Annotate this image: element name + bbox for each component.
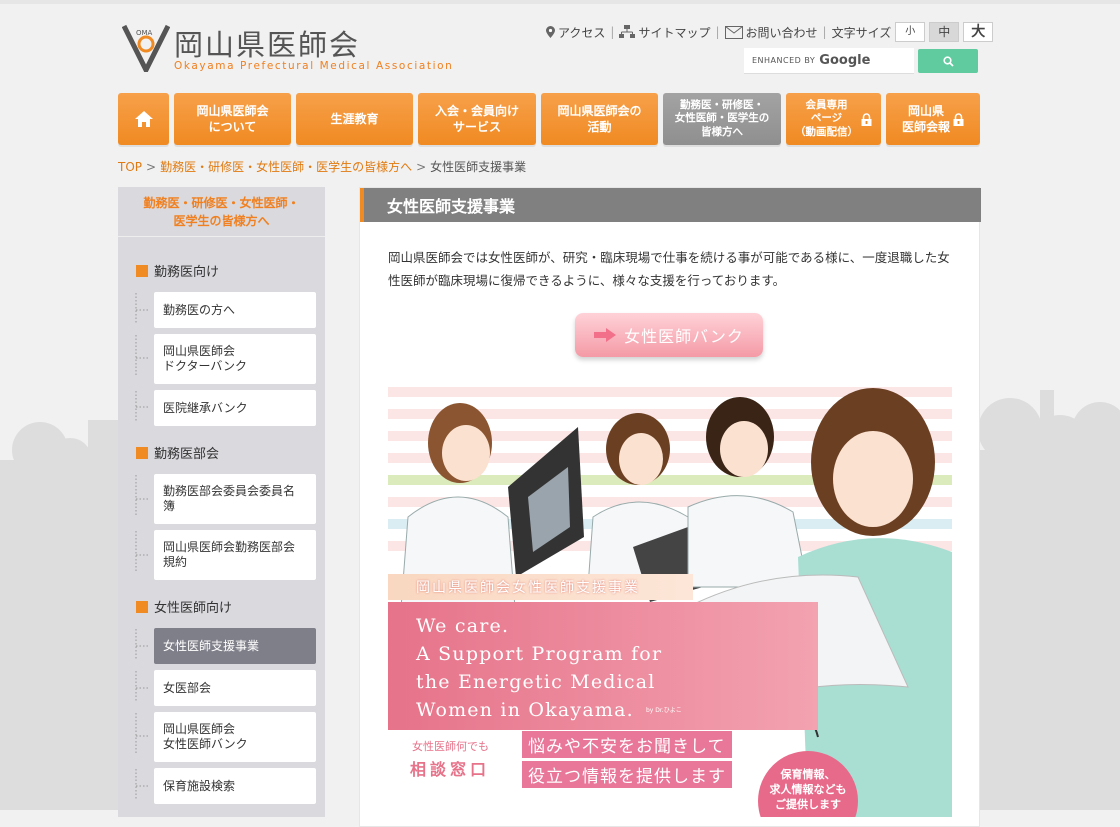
home-icon (134, 111, 153, 127)
logo-subtitle: Okayama Prefectural Medical Association (174, 60, 454, 72)
font-medium-button[interactable]: 中 (929, 22, 960, 42)
search-enhanced-label: ENHANCED BY (752, 56, 816, 65)
square-bullet-icon (136, 446, 148, 459)
top-strip (0, 0, 1120, 4)
nav-doctors[interactable]: 勤務医・研修医・ 女性医師・医学生の 皆様方へ (663, 93, 781, 145)
tree-dots-icon (135, 475, 148, 517)
nav-activities[interactable]: 岡山県医師会の 活動 (541, 93, 658, 145)
square-bullet-icon (136, 264, 148, 277)
chevron-right-icon: > (416, 160, 427, 174)
banner-japanese-title: 岡山県医師会女性医師支援事業 (388, 574, 693, 600)
tree-dots-icon (135, 391, 148, 421)
nav-home[interactable] (118, 93, 169, 145)
divider: | (822, 25, 827, 39)
tree-dots-icon (135, 531, 148, 573)
consult-title: 相談窓口 (410, 760, 491, 779)
section-label: 勤務医向け (154, 265, 220, 280)
search-icon (942, 55, 954, 67)
sidebar-item-female-doctors-club[interactable]: 女医部会 (154, 670, 316, 706)
sidebar-item-committee-list[interactable]: 勤務医部会委員会委員名 簿 (154, 474, 316, 524)
divider: | (715, 25, 720, 39)
sidebar-section-title: 女性医師向け (136, 597, 232, 616)
sitemap-icon (619, 25, 636, 38)
access-label: アクセス (558, 25, 606, 40)
bank-button-label: 女性医師バンク (624, 327, 744, 346)
sidebar-section-title: 勤務医部会 (136, 443, 219, 462)
sidebar-item-childcare-search[interactable]: 保育施設検索 (154, 768, 316, 804)
lock-icon (861, 112, 872, 126)
main-content: 女性医師支援事業 岡山県医師会では女性医師が、研究・臨床現場で仕事を続ける事が可… (359, 187, 981, 827)
access-link[interactable]: アクセス (546, 24, 605, 41)
sidebar-item-succession-bank[interactable]: 医院継承バンク (154, 390, 316, 426)
chevron-right-icon: > (146, 160, 157, 174)
consult-subtitle: 女性医師何でも (412, 740, 489, 753)
tree-dots-icon (135, 769, 148, 799)
square-bullet-icon (136, 600, 148, 613)
support-program-banner[interactable]: 岡山県医師会女性医師支援事業 We care. A Support Progra… (388, 387, 952, 817)
tree-dots-icon (135, 629, 148, 659)
sidebar-item-women-bank[interactable]: 岡山県医師会 女性医師バンク (154, 712, 316, 762)
sidebar-item-rules[interactable]: 岡山県医師会勤務医部会 規約 (154, 530, 316, 580)
tree-dots-icon (135, 335, 148, 377)
oma-logo-mark: OMA (122, 24, 170, 72)
section-label: 勤務医部会 (154, 447, 220, 462)
sidebar-item-kinmui[interactable]: 勤務医の方へ (154, 292, 316, 328)
section-label: 女性医師向け (154, 601, 233, 616)
divider: | (610, 25, 615, 39)
sidebar: 勤務医・研修医・女性医師・ 医学生の皆様方へ 勤務医向け 勤務医の方へ 岡山県医… (118, 187, 325, 817)
tree-dots-icon (135, 293, 148, 323)
lock-icon (953, 112, 964, 126)
page-title: 女性医師支援事業 (360, 188, 981, 222)
search-input[interactable]: ENHANCED BY Google (744, 48, 914, 74)
sidebar-item-women-support[interactable]: 女性医師支援事業 (154, 628, 316, 664)
nav-bulletin-label: 岡山県 医師会報 (901, 103, 950, 134)
font-small-button[interactable]: 小 (895, 22, 926, 42)
logo-title: 岡山県医師会 (174, 28, 361, 62)
sidebar-section-title: 勤務医向け (136, 261, 219, 280)
font-size-label: 文字サイズ (831, 25, 892, 40)
nav-education[interactable]: 生涯教育 (296, 93, 413, 145)
tree-dots-icon (135, 713, 148, 755)
nav-membership[interactable]: 入会・会員向け サービス (418, 93, 536, 145)
svg-text:OMA: OMA (136, 29, 153, 37)
google-logo: Google (819, 53, 871, 68)
mail-icon (724, 25, 743, 39)
map-pin-icon (546, 26, 555, 38)
breadcrumb-current: 女性医師支援事業 (430, 160, 527, 174)
nav-about[interactable]: 岡山県医師会 について (174, 93, 291, 145)
nav-members-label: 会員専用 ページ （動画配信） (795, 98, 858, 138)
font-large-button[interactable]: 大 (963, 22, 994, 42)
women-doctor-bank-button[interactable]: 女性医師バンク (575, 313, 763, 357)
nav-bulletin[interactable]: 岡山県 医師会報 (886, 93, 980, 145)
breadcrumb: TOP > 勤務医・研修医・女性医師・医学生の皆様方へ > 女性医師支援事業 (118, 158, 526, 175)
breadcrumb-parent[interactable]: 勤務医・研修医・女性医師・医学生の皆様方へ (160, 160, 412, 174)
tree-dots-icon (135, 671, 148, 701)
contact-link[interactable]: お問い合わせ (724, 24, 818, 41)
banner-tagline-2: 役立つ情報を提供します (522, 761, 732, 788)
sitemap-link[interactable]: サイトマップ (619, 24, 710, 41)
site-logo[interactable]: OMA 岡山県医師会 Okayama Prefectural Medical A… (122, 22, 462, 78)
utility-links: アクセス | サイトマップ | お問い合わせ | 文字サイズ 小 中 大 (546, 22, 994, 42)
nav-members-page[interactable]: 会員専用 ページ （動画配信） (786, 93, 881, 145)
banner-tagline-1: 悩みや不安をお聞きして (522, 731, 732, 758)
arrow-right-icon (594, 328, 617, 342)
contact-label: お問い合わせ (745, 25, 818, 40)
sidebar-item-doctor-bank[interactable]: 岡山県医師会 ドクターバンク (154, 334, 316, 384)
sidebar-heading[interactable]: 勤務医・研修医・女性医師・ 医学生の皆様方へ (118, 187, 325, 237)
breadcrumb-top[interactable]: TOP (118, 160, 142, 174)
banner-english-text: We care. A Support Program for the Energ… (416, 615, 663, 721)
banner-credit: by Dr.ひよこ (646, 707, 682, 714)
search-button[interactable] (918, 49, 978, 73)
intro-text: 岡山県医師会では女性医師が、研究・臨床現場で仕事を続ける事が可能である様に、一度… (388, 250, 950, 288)
sitemap-label: サイトマップ (638, 25, 711, 40)
